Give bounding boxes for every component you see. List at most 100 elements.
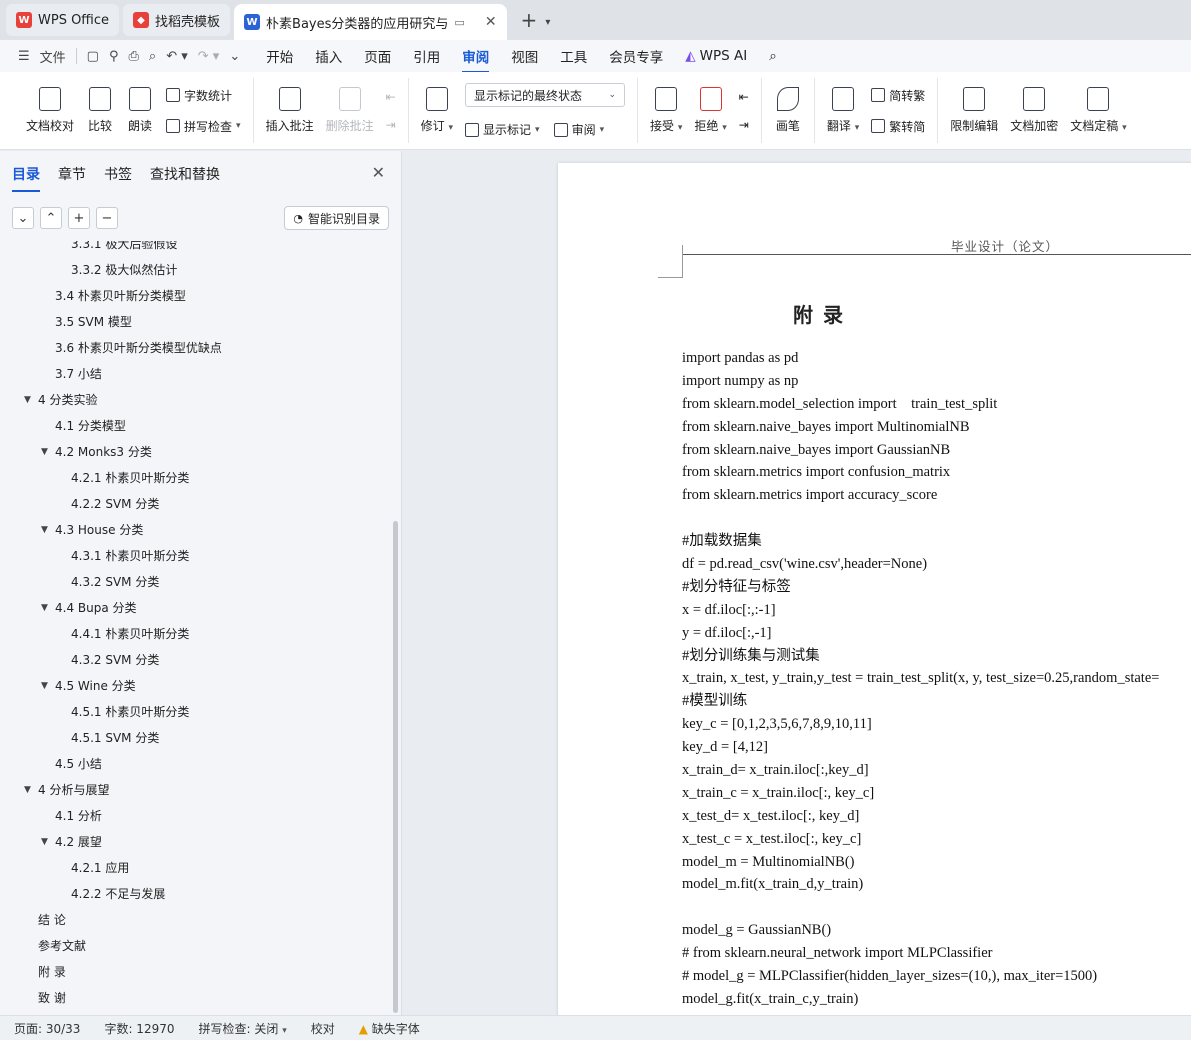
close-panel-icon[interactable]: ✕ <box>372 163 385 182</box>
toc-item[interactable]: 4.3.2 SVM 分类 <box>71 647 159 673</box>
toc-item[interactable]: 3.4 朴素贝叶斯分类模型 <box>55 283 186 309</box>
translate-button[interactable]: 翻译 ▾ <box>821 78 865 143</box>
toc-item[interactable]: ▼ 4 分类实验 <box>24 387 97 413</box>
save-icon[interactable]: ▢ <box>87 49 99 64</box>
finalize-button[interactable]: 文档定稿 ▾ <box>1064 78 1132 143</box>
page-indicator[interactable]: 页面: 30/33 <box>14 1020 80 1037</box>
expand-triangle-icon[interactable]: ▼ <box>41 829 48 855</box>
encrypt-button[interactable]: 文档加密 <box>1004 78 1064 143</box>
menu-review[interactable]: 审阅 <box>462 46 490 73</box>
expand-triangle-icon[interactable]: ▼ <box>24 777 31 803</box>
tab-find-replace[interactable]: 查找和替换 <box>150 164 220 184</box>
menu-start[interactable]: 开始 <box>266 46 293 66</box>
prev-comment-icon[interactable]: ⇤ <box>386 90 396 104</box>
menu-reference[interactable]: 引用 <box>413 46 440 66</box>
review-pane-button[interactable]: 审阅 ▾ <box>553 121 604 138</box>
toc-item[interactable]: ▼ 4.3 House 分类 <box>41 517 143 543</box>
collapse-up-icon[interactable]: ⌃ <box>40 207 62 229</box>
redo-icon[interactable]: ↷ ▾ <box>198 49 220 64</box>
menu-page[interactable]: 页面 <box>364 46 391 66</box>
toc-item[interactable]: 3.5 SVM 模型 <box>55 309 132 335</box>
toc-item[interactable]: 4.1 分析 <box>55 803 102 829</box>
show-markup-button[interactable]: 显示标记 ▾ <box>465 121 540 138</box>
toc-item[interactable]: 3.6 朴素贝叶斯分类模型优缺点 <box>55 335 222 361</box>
insert-comment-button[interactable]: 插入批注 <box>260 78 320 143</box>
print-icon[interactable]: ⎙ <box>129 49 139 64</box>
toc-item[interactable]: 4.3.2 SVM 分类 <box>71 569 159 595</box>
expand-triangle-icon[interactable]: ▼ <box>41 439 48 465</box>
toc-item[interactable]: ▼ 4 分析与展望 <box>24 777 109 803</box>
next-comment-icon[interactable]: ⇥ <box>386 118 396 132</box>
expand-triangle-icon[interactable]: ▼ <box>41 595 48 621</box>
missing-font-indicator[interactable]: ▲ 缺失字体 <box>359 1020 420 1037</box>
toc-item[interactable]: 4.5 小结 <box>55 751 102 777</box>
tab-bookmarks[interactable]: 书签 <box>104 164 132 184</box>
toc-item[interactable]: ▼ 4.2 Monks3 分类 <box>41 439 152 465</box>
next-change-icon[interactable]: ⇥ <box>739 118 749 132</box>
hamburger-icon[interactable]: ☰ <box>18 49 30 64</box>
toc-item[interactable]: 参考文献 <box>38 933 86 959</box>
toc-item[interactable]: 3.3.2 极大似然估计 <box>71 257 177 283</box>
toc-item[interactable]: 4.2.1 朴素贝叶斯分类 <box>71 465 189 491</box>
restrict-edit-button[interactable]: 限制编辑 <box>944 78 1004 143</box>
word-count-indicator[interactable]: 字数: 12970 <box>104 1020 174 1037</box>
toc-item[interactable]: 4.5.1 SVM 分类 <box>71 725 159 751</box>
toc-item[interactable]: 4.4.1 朴素贝叶斯分类 <box>71 621 189 647</box>
expand-triangle-icon[interactable]: ▼ <box>41 517 48 543</box>
toc-item[interactable]: 4.1 分类模型 <box>55 413 126 439</box>
tab-document[interactable]: W 朴素Bayes分类器的应用研究与 ▭ ✕ <box>234 4 507 40</box>
undo-icon[interactable]: ↶ ▾ <box>166 49 188 64</box>
to-traditional-button[interactable]: 简转繁 <box>871 87 925 104</box>
toc-item[interactable]: 结 论 <box>38 907 66 933</box>
spell-check-indicator[interactable]: 拼写检查: 关闭 ▾ <box>199 1020 287 1037</box>
pen-button[interactable]: 画笔 <box>768 78 808 143</box>
spell-check-button[interactable]: 拼写检查 ▾ <box>166 118 241 135</box>
toc-item[interactable]: 3.7 小结 <box>55 361 102 387</box>
menu-member[interactable]: 会员专享 <box>609 46 663 66</box>
print-preview-icon[interactable]: ⌕ <box>149 49 156 64</box>
toc-item[interactable]: 4.3.1 朴素贝叶斯分类 <box>71 543 189 569</box>
menu-tools[interactable]: 工具 <box>560 46 587 66</box>
toc-item[interactable]: 致 谢 <box>38 985 66 1011</box>
read-aloud-button[interactable]: 朗读 <box>120 78 160 143</box>
toc-item[interactable]: 4.2.1 应用 <box>71 855 129 881</box>
doc-check-button[interactable]: 文档校对 <box>20 78 80 143</box>
word-count-button[interactable]: 字数统计 <box>166 87 241 104</box>
document-page[interactable]: 毕业设计（论文） 附录 import pandas as pd import nu… <box>558 163 1191 1015</box>
markup-state-select[interactable]: 显示标记的最终状态 ⌄ <box>465 83 626 107</box>
menu-wps-ai[interactable]: ◭ WPS AI <box>685 48 747 64</box>
toc-scrollbar[interactable] <box>393 521 398 1013</box>
tab-wps-office[interactable]: W WPS Office <box>6 4 120 36</box>
tab-chapters[interactable]: 章节 <box>58 164 86 184</box>
menu-view[interactable]: 视图 <box>511 46 538 66</box>
revise-button[interactable]: 修订 ▾ <box>415 78 459 143</box>
share-icon[interactable]: ⚲ <box>109 49 119 64</box>
menu-file[interactable]: 文件 <box>40 47 66 66</box>
smart-toc-button[interactable]: ◔ 智能识别目录 <box>284 206 389 230</box>
search-icon[interactable]: ⌕ <box>769 48 777 64</box>
toc-item[interactable]: ▼ 4.2 展望 <box>41 829 102 855</box>
expand-triangle-icon[interactable]: ▼ <box>24 387 31 413</box>
close-icon[interactable]: ✕ <box>485 14 497 30</box>
toc-item[interactable]: 附 录 <box>38 959 66 985</box>
new-tab-icon[interactable]: + <box>521 8 538 32</box>
more-chevron-icon[interactable]: ⌄ <box>229 49 240 64</box>
compare-button[interactable]: 比较 <box>80 78 120 143</box>
accept-button[interactable]: 接受 ▾ <box>644 78 688 143</box>
chevron-down-icon[interactable]: ▾ <box>545 17 550 28</box>
prev-change-icon[interactable]: ⇤ <box>739 90 749 104</box>
add-heading-icon[interactable]: + <box>68 207 90 229</box>
delete-comment-button[interactable]: 删除批注 <box>320 78 380 143</box>
toc-item[interactable]: 3.3.1 极大后验假设 <box>71 241 177 257</box>
toc-item[interactable]: 4.5.1 朴素贝叶斯分类 <box>71 699 189 725</box>
toc-item[interactable]: ▼ 4.5 Wine 分类 <box>41 673 136 699</box>
menu-insert[interactable]: 插入 <box>315 46 342 66</box>
expand-down-icon[interactable]: ⌄ <box>12 207 34 229</box>
tab-template[interactable]: ◆ 找稻壳模板 <box>123 4 231 36</box>
tab-toc[interactable]: 目录 <box>12 164 40 192</box>
remove-heading-icon[interactable]: − <box>96 207 118 229</box>
reject-button[interactable]: 拒绝 ▾ <box>688 78 732 143</box>
toc-item[interactable]: 4.2.2 不足与发展 <box>71 881 165 907</box>
toc-item[interactable]: ▼ 4.4 Bupa 分类 <box>41 595 137 621</box>
toc-item[interactable]: 4.2.2 SVM 分类 <box>71 491 159 517</box>
